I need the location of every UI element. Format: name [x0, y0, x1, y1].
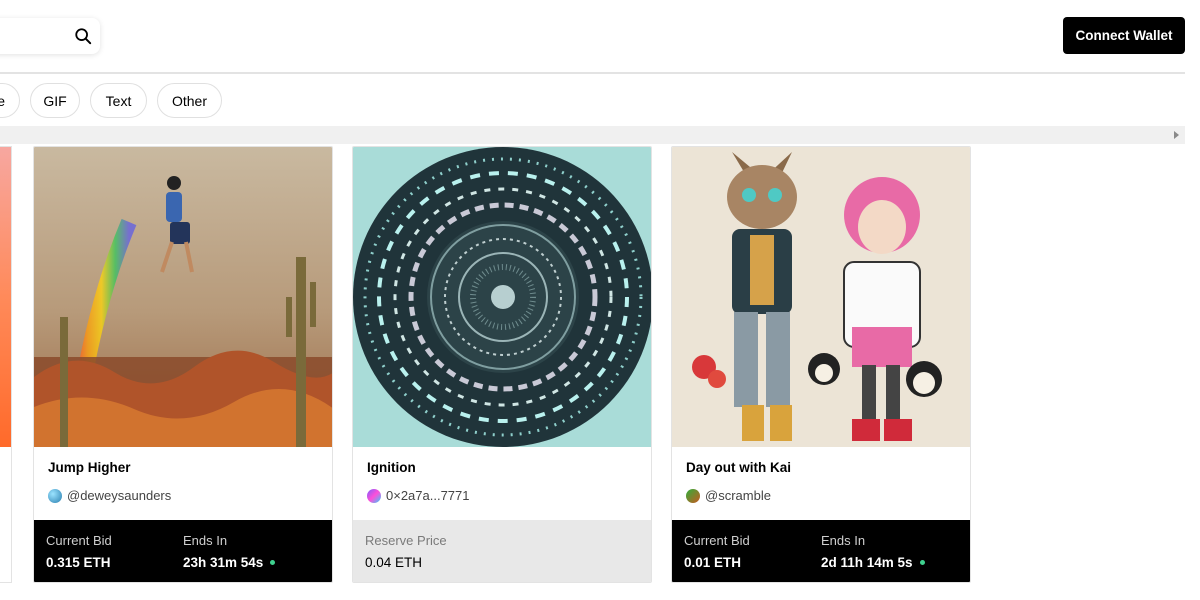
artwork-ignition-image: [353, 147, 651, 447]
card-title: Day out with Kai: [686, 460, 792, 475]
creator-link[interactable]: @deweysaunders: [48, 488, 171, 503]
card-title: Jump Higher: [48, 460, 131, 475]
live-indicator-icon: [270, 560, 276, 565]
nft-card-ignition[interactable]: Ignition 0×2a7a...7771 Reserve Price 0.0…: [352, 146, 652, 583]
search-icon[interactable]: [74, 27, 92, 45]
artwork-partial-image: [0, 147, 11, 447]
search-input[interactable]: [0, 18, 100, 54]
live-indicator-icon: [919, 560, 925, 565]
nft-card-day-out-with-kai[interactable]: Day out with Kai @scramble Current Bid 0…: [671, 146, 971, 583]
filter-gif[interactable]: GIF: [30, 83, 80, 118]
current-bid-value: 0.315 ETH: [46, 555, 111, 570]
creator-handle: @scramble: [705, 488, 771, 503]
artwork-day-out-with-kai-image: [672, 147, 970, 447]
creator-handle: 0×2a7a...7771: [386, 488, 470, 503]
current-bid-label: Current Bid: [684, 533, 750, 548]
auction-footer: Current Bid 0.315 ETH Ends In 23h 31m 54…: [34, 520, 332, 582]
creator-link[interactable]: @scramble: [686, 488, 771, 503]
ends-in-row: 2d 11h 14m 5s: [821, 555, 925, 570]
filter-text[interactable]: Text: [90, 83, 147, 118]
card-title: Ignition: [367, 460, 416, 475]
nft-card-jump-higher[interactable]: Jump Higher @deweysaunders Current Bid 0…: [33, 146, 333, 583]
scroll-right-arrow-icon[interactable]: [1174, 131, 1179, 139]
current-bid-label: Current Bid: [46, 533, 112, 548]
filter-other[interactable]: Other: [157, 83, 222, 118]
ends-in-label: Ends In: [183, 533, 228, 548]
header-divider: [0, 72, 1185, 74]
auction-footer: Current Bid 0.01 ETH Ends In 2d 11h 14m …: [672, 520, 970, 582]
countdown-value: 23h 31m 54s: [183, 555, 264, 570]
reserve-footer: Reserve Price 0.04 ETH: [353, 520, 651, 582]
connect-wallet-button[interactable]: Connect Wallet: [1063, 17, 1185, 54]
reserve-price-value: 0.04 ETH: [365, 555, 423, 570]
horizontal-scrollbar[interactable]: [0, 126, 1185, 144]
current-bid-value: 0.01 ETH: [684, 555, 742, 570]
ends-in-row: 23h 31m 54s: [183, 555, 276, 570]
avatar: [686, 488, 700, 503]
ends-in-label: Ends In: [821, 533, 866, 548]
creator-link[interactable]: 0×2a7a...7771: [367, 488, 470, 503]
creator-handle: @deweysaunders: [67, 488, 172, 503]
avatar: [48, 488, 62, 503]
nft-card-partial[interactable]: [0, 146, 12, 583]
avatar: [367, 488, 381, 503]
artwork-jump-higher-image: [34, 147, 332, 447]
filter-pill-partial[interactable]: e: [0, 83, 20, 118]
countdown-value: 2d 11h 14m 5s: [821, 555, 913, 570]
reserve-price-label: Reserve Price: [365, 533, 447, 548]
